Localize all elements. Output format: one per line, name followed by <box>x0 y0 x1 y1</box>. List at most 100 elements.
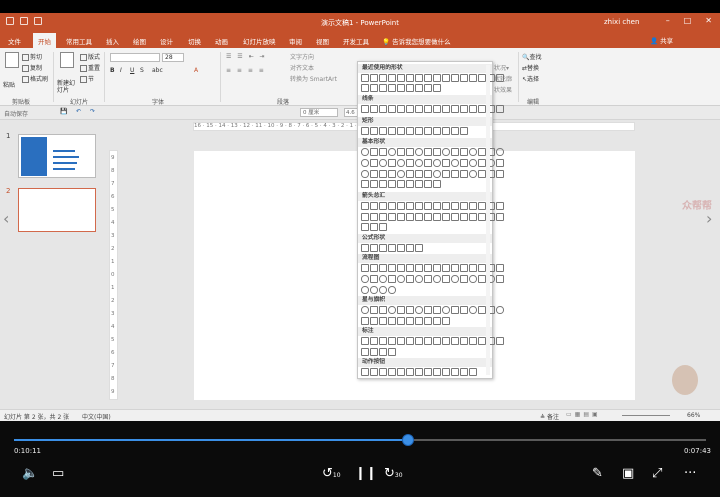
shape-option[interactable] <box>361 202 369 210</box>
minimize-button[interactable]: – <box>666 16 670 25</box>
skip-back-button[interactable]: ↺10 <box>322 466 341 481</box>
tab-developer[interactable]: 开发工具 <box>343 36 369 46</box>
shape-option[interactable] <box>361 180 369 188</box>
shape-option[interactable] <box>379 337 387 345</box>
tab-design[interactable]: 设计 <box>160 36 173 46</box>
shape-option[interactable] <box>442 159 450 167</box>
copy-button[interactable]: 复制 <box>22 63 42 72</box>
shape-option[interactable] <box>397 159 405 167</box>
slide-thumbnail-2[interactable] <box>18 188 96 232</box>
view-buttons[interactable]: ▭▦▤▣ <box>566 411 601 418</box>
shape-option[interactable] <box>451 213 459 221</box>
shape-option[interactable] <box>496 105 504 113</box>
shape-option[interactable] <box>424 148 432 156</box>
font-size-box[interactable]: 28 <box>162 53 184 62</box>
shape-option[interactable] <box>442 317 450 325</box>
previous-arrow-icon[interactable]: ‹ <box>3 209 9 228</box>
shape-option[interactable] <box>370 317 378 325</box>
shape-option[interactable] <box>442 170 450 178</box>
shape-option[interactable] <box>406 159 414 167</box>
shape-option[interactable] <box>424 317 432 325</box>
shape-option[interactable] <box>379 170 387 178</box>
find-button[interactable]: 🔍查找 <box>522 52 542 61</box>
shape-option[interactable] <box>469 202 477 210</box>
shape-option[interactable] <box>469 306 477 314</box>
shape-option[interactable] <box>406 306 414 314</box>
shape-option[interactable] <box>379 223 387 231</box>
shape-option[interactable] <box>370 337 378 345</box>
shape-option[interactable] <box>442 368 450 376</box>
layout-button[interactable]: 版式 <box>80 52 100 61</box>
new-slide-button[interactable]: 新建幻灯片 <box>57 80 77 94</box>
shape-option[interactable] <box>370 275 378 283</box>
underline-button[interactable]: U <box>130 67 134 74</box>
shape-option[interactable] <box>469 170 477 178</box>
convert-smartart-button[interactable]: 转换为 SmartArt <box>290 74 337 83</box>
shape-option[interactable] <box>370 159 378 167</box>
shape-option[interactable] <box>433 148 441 156</box>
seek-handle[interactable] <box>402 434 415 446</box>
select-button[interactable]: ↖选择 <box>522 74 539 83</box>
shape-option[interactable] <box>442 213 450 221</box>
shape-option[interactable] <box>424 275 432 283</box>
shape-option[interactable] <box>433 170 441 178</box>
shape-option[interactable] <box>406 275 414 283</box>
shape-option[interactable] <box>370 84 378 92</box>
shape-option[interactable] <box>478 148 486 156</box>
tab-home[interactable]: 开始 <box>33 33 56 48</box>
shape-option[interactable] <box>424 337 432 345</box>
shape-option[interactable] <box>379 202 387 210</box>
shape-option[interactable] <box>451 264 459 272</box>
shape-option[interactable] <box>451 127 459 135</box>
shape-option[interactable] <box>442 264 450 272</box>
shape-option[interactable] <box>388 74 396 82</box>
captions-icon[interactable]: ▭ <box>52 466 64 481</box>
shape-option[interactable] <box>442 74 450 82</box>
share-button[interactable]: 👤 共享 <box>650 35 673 45</box>
shape-option[interactable] <box>478 264 486 272</box>
shape-option[interactable] <box>415 84 423 92</box>
tab-view[interactable]: 视图 <box>316 36 329 46</box>
tell-me-search[interactable]: 💡 告诉我您想要做什么 <box>382 36 451 46</box>
shape-option[interactable] <box>379 127 387 135</box>
shape-option[interactable] <box>397 202 405 210</box>
shape-option[interactable] <box>415 159 423 167</box>
tab-slideshow[interactable]: 幻灯片放映 <box>243 36 276 46</box>
shape-option[interactable] <box>433 105 441 113</box>
shape-option[interactable] <box>397 180 405 188</box>
user-name[interactable]: zhixi chen <box>604 18 639 26</box>
shape-option[interactable] <box>406 244 414 252</box>
shape-option[interactable] <box>451 337 459 345</box>
shape-option[interactable] <box>451 105 459 113</box>
shape-option[interactable] <box>460 264 468 272</box>
shape-option[interactable] <box>460 275 468 283</box>
shape-option[interactable] <box>469 159 477 167</box>
shape-option[interactable] <box>424 306 432 314</box>
shape-option[interactable] <box>388 286 396 294</box>
undo-icon[interactable]: ↶ <box>76 108 81 115</box>
shape-option[interactable] <box>496 148 504 156</box>
shape-option[interactable] <box>397 337 405 345</box>
shape-option[interactable] <box>469 105 477 113</box>
shape-option[interactable] <box>397 148 405 156</box>
shape-option[interactable] <box>433 127 441 135</box>
shape-option[interactable] <box>370 264 378 272</box>
shape-option[interactable] <box>388 275 396 283</box>
shape-option[interactable] <box>469 337 477 345</box>
shape-option[interactable] <box>433 306 441 314</box>
shape-option[interactable] <box>424 84 432 92</box>
shape-option[interactable] <box>379 180 387 188</box>
shape-option[interactable] <box>451 202 459 210</box>
tab-transitions[interactable]: 切换 <box>188 36 201 46</box>
shape-option[interactable] <box>388 337 396 345</box>
shape-option[interactable] <box>370 148 378 156</box>
font-name-box[interactable] <box>110 53 160 62</box>
shape-option[interactable] <box>460 159 468 167</box>
shape-option[interactable] <box>379 368 387 376</box>
shape-option[interactable] <box>451 148 459 156</box>
shape-option[interactable] <box>451 170 459 178</box>
shape-option[interactable] <box>424 127 432 135</box>
shape-fill-button[interactable]: 状况▾ <box>494 63 509 72</box>
shape-option[interactable] <box>388 159 396 167</box>
shape-option[interactable] <box>406 84 414 92</box>
